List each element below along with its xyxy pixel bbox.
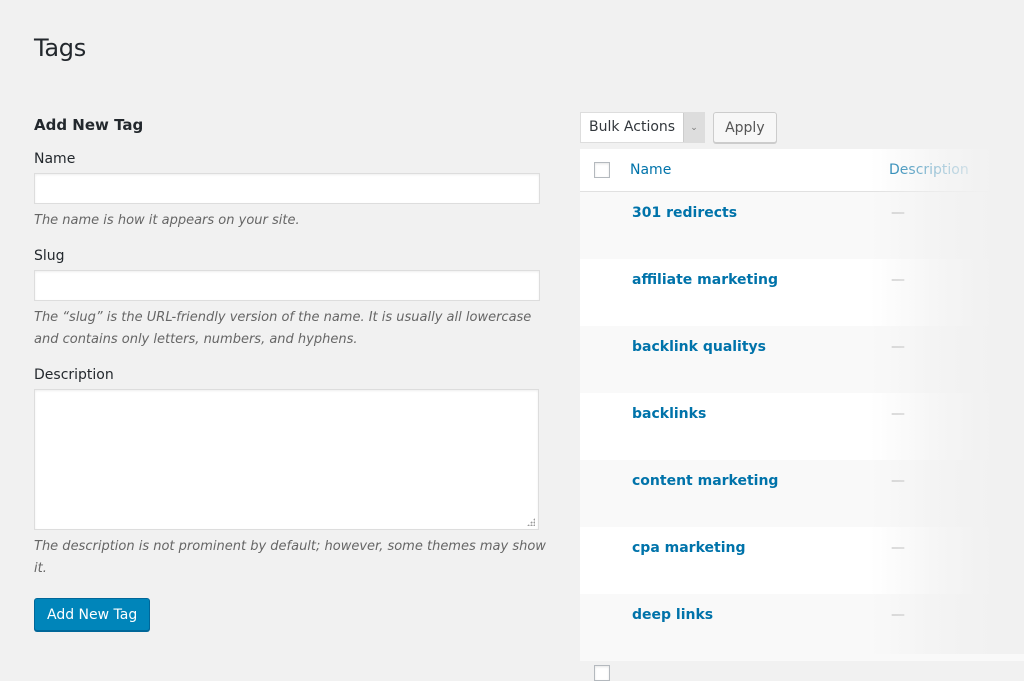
add-tag-form: Add New Tag Name The name is how it appe… bbox=[34, 116, 559, 631]
tag-name-link[interactable]: backlinks bbox=[632, 406, 706, 422]
tag-description: — bbox=[891, 272, 905, 288]
tag-name-link[interactable]: 301 redirects bbox=[632, 205, 737, 221]
table-row: content marketing — bbox=[580, 460, 1024, 547]
row-checkbox[interactable] bbox=[594, 665, 610, 681]
name-input[interactable] bbox=[34, 173, 540, 204]
table-row: affiliate marketing — bbox=[580, 259, 1024, 346]
slug-input[interactable] bbox=[34, 270, 540, 301]
tag-description: — bbox=[891, 607, 905, 623]
bulk-actions-selected: Bulk Actions bbox=[589, 119, 676, 135]
name-label: Name bbox=[34, 151, 76, 167]
bulk-actions-bar: Bulk Actions ⌄ Apply bbox=[580, 112, 777, 143]
bulk-actions-select[interactable]: Bulk Actions ⌄ bbox=[580, 112, 706, 143]
page-title: Tags bbox=[34, 34, 86, 62]
description-textarea-wrap bbox=[34, 389, 539, 530]
tag-description: — bbox=[891, 473, 905, 489]
select-all-checkbox[interactable] bbox=[594, 162, 610, 178]
table-row: cpa marketing — bbox=[580, 527, 1024, 614]
table-body: 301 redirects — affiliate marketing — backli… bbox=[580, 192, 1024, 681]
tag-description: — bbox=[891, 339, 905, 355]
column-description-header[interactable]: Description bbox=[889, 162, 969, 178]
table-row: backlinks — bbox=[580, 393, 1024, 480]
table-header: Name Description bbox=[580, 149, 1024, 192]
chevron-down-icon: ⌄ bbox=[683, 113, 705, 142]
tag-name-link[interactable]: backlink qualitys bbox=[632, 339, 766, 355]
description-hint: The description is not prominent by defa… bbox=[34, 539, 546, 576]
description-field-group: Description The description is not promi… bbox=[34, 367, 559, 580]
slug-field-group: Slug The “slug” is the URL-friendly vers… bbox=[34, 248, 559, 351]
slug-label: Slug bbox=[34, 248, 65, 264]
table-row: deep links — bbox=[580, 594, 1024, 681]
table-row: backlink qualitys — bbox=[580, 326, 1024, 413]
form-heading: Add New Tag bbox=[34, 116, 144, 134]
tag-name-link[interactable]: content marketing bbox=[632, 473, 778, 489]
tag-description: — bbox=[891, 540, 905, 556]
tag-name-link[interactable]: deep links bbox=[632, 607, 713, 623]
add-new-tag-button[interactable]: Add New Tag bbox=[34, 598, 151, 631]
table-row: 301 redirects — bbox=[580, 192, 1024, 279]
name-field-group: Name The name is how it appears on your … bbox=[34, 151, 559, 232]
column-name-header[interactable]: Name bbox=[630, 162, 870, 178]
tag-name-link[interactable]: cpa marketing bbox=[632, 540, 746, 556]
description-label: Description bbox=[34, 367, 114, 383]
tag-description: — bbox=[891, 205, 905, 221]
name-hint: The name is how it appears on your site. bbox=[34, 213, 300, 228]
apply-button[interactable]: Apply bbox=[713, 112, 777, 143]
slug-hint: The “slug” is the URL-friendly version o… bbox=[34, 310, 532, 347]
description-textarea[interactable] bbox=[34, 389, 539, 530]
tag-description: — bbox=[891, 406, 905, 422]
tags-table: Name Description 301 redirects — affiliate… bbox=[580, 149, 1024, 681]
tag-name-link[interactable]: affiliate marketing bbox=[632, 272, 778, 288]
